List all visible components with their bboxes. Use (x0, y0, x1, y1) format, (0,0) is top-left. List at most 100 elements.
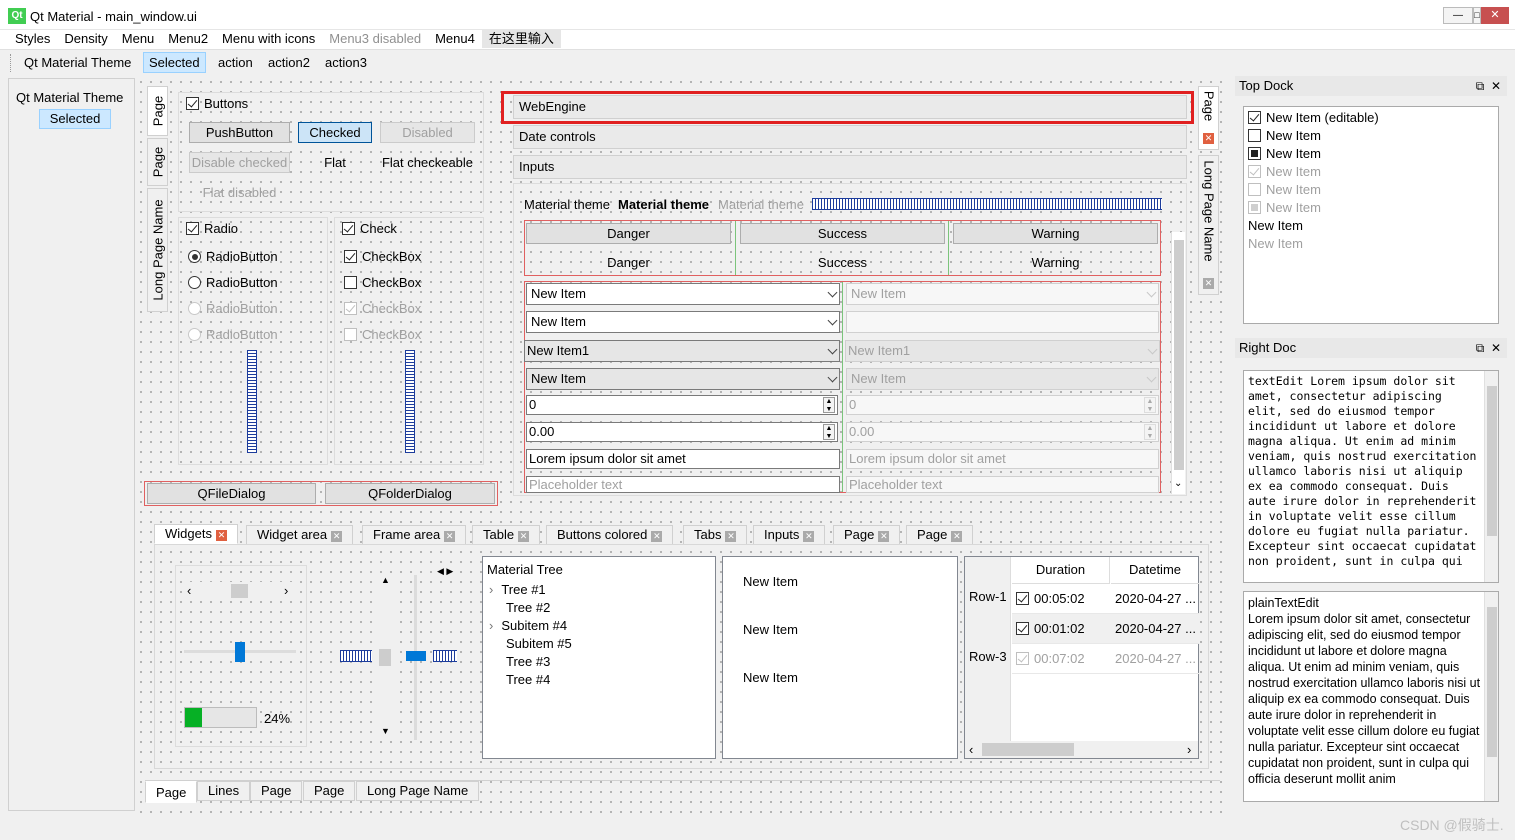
close-icon[interactable]: ✕ (1203, 133, 1214, 144)
scrollbar-thumb[interactable] (1174, 240, 1184, 470)
chevron-right-icon[interactable]: › (1187, 742, 1191, 757)
bottom-tab-page-3[interactable]: Page (303, 781, 356, 801)
table-horizontal-scrollbar[interactable]: ‹ › (965, 741, 1198, 758)
dial-slider-left[interactable] (340, 650, 372, 662)
toolbox-webengine[interactable]: WebEngine (513, 95, 1187, 119)
list-view[interactable]: New Item New Item New Item (722, 556, 958, 759)
tab-widgets[interactable]: Widgets ✕ (154, 524, 238, 544)
vtab-right-long-page-name[interactable]: Long Page Name ✕ (1198, 155, 1219, 295)
menu-density[interactable]: Density (57, 30, 114, 48)
dial-slider-right[interactable] (433, 650, 457, 662)
list-item[interactable]: New Item (1248, 199, 1321, 217)
tree-item[interactable]: Tree #3 (506, 653, 550, 671)
checkbox-3[interactable]: CheckBox (344, 301, 421, 316)
success-button[interactable]: Success (740, 223, 945, 244)
duration-cell[interactable]: 00:01:02 (1016, 621, 1085, 636)
combo-box-3-disabled[interactable]: New Item1 (845, 340, 1160, 362)
radio-group-title[interactable]: Radio (186, 221, 238, 236)
list-item[interactable]: New Item (1248, 217, 1303, 235)
scrollbar-thumb[interactable] (1487, 607, 1497, 757)
table-row[interactable]: 00:01:02 2020-04-27 ... (1012, 614, 1199, 644)
vertical-scrollbar[interactable]: ▲ ▼ (377, 575, 393, 739)
close-icon[interactable]: ✕ (518, 531, 530, 542)
close-icon[interactable]: ✕ (878, 531, 890, 542)
combo-box-2-disabled[interactable] (846, 311, 1159, 333)
danger-flat-button[interactable]: Danger (526, 253, 731, 272)
tree-item[interactable]: › Subitem #4 (489, 617, 567, 635)
close-icon[interactable]: ✕ (331, 531, 343, 542)
tab-frame-area[interactable]: Frame area ✕ (362, 525, 467, 545)
toolbox-inputs[interactable]: Inputs (513, 155, 1187, 179)
top-dock-list[interactable]: New Item (editable) New Item New Item Ne… (1243, 106, 1499, 324)
plain-text-edit[interactable]: plainTextEdit Lorem ipsum dolor sit amet… (1243, 591, 1499, 802)
checkbox-2[interactable]: CheckBox (344, 275, 421, 290)
scrollbar-thumb[interactable] (1487, 386, 1497, 536)
maximize-button[interactable]: □ (1473, 7, 1481, 24)
vtab-page-2[interactable]: Page (147, 138, 168, 186)
combo-box-4-disabled[interactable]: New Item (846, 368, 1159, 390)
menu-menu3-disabled[interactable]: Menu3 disabled (322, 30, 428, 48)
flat-checkable-button[interactable]: Flat checkeable (380, 153, 475, 172)
folder-dialog-button[interactable]: QFolderDialog (325, 483, 495, 504)
list-item[interactable]: New Item (1248, 145, 1321, 163)
combo-box-1[interactable]: New Item (526, 283, 840, 305)
vtab-page-1[interactable]: Page (147, 86, 168, 136)
tree-item[interactable]: Tree #2 (506, 599, 550, 617)
disable-checked-button[interactable]: Disable checked (189, 152, 290, 173)
text-edit-scrollbar[interactable] (1484, 371, 1498, 582)
toolbox-date-controls[interactable]: Date controls (513, 125, 1187, 149)
placeholder-input-disabled[interactable]: Placeholder text (846, 476, 1159, 493)
tab-table[interactable]: Table ✕ (472, 525, 541, 545)
chevron-right-icon[interactable]: › (489, 618, 493, 633)
combo-box-1-disabled[interactable]: New Item (846, 283, 1159, 305)
vertical-slider[interactable] (247, 350, 257, 453)
left-dock-selected[interactable]: Selected (39, 109, 111, 129)
bottom-tab-page[interactable]: Page (145, 781, 198, 803)
close-icon[interactable]: ✕ (803, 531, 815, 542)
scrollbar-thumb[interactable] (379, 649, 391, 666)
horizontal-scrollbar[interactable]: ‹ › (183, 582, 298, 600)
checkbox-1[interactable]: CheckBox (344, 249, 421, 264)
combo-box-4[interactable]: New Item (526, 368, 840, 390)
menu-type-here[interactable]: 在这里输入 (481, 30, 561, 48)
duration-cell[interactable]: 00:05:02 (1016, 591, 1085, 606)
combo-box-3[interactable]: New Item1 (524, 340, 840, 362)
combo-box-2[interactable]: New Item (526, 311, 840, 333)
checkbox-4[interactable]: CheckBox (344, 327, 421, 342)
text-edit[interactable]: textEdit Lorem ipsum dolor sit amet, con… (1243, 370, 1499, 583)
chevron-right-icon[interactable]: › (489, 582, 493, 597)
line-edit[interactable]: Lorem ipsum dolor sit amet (526, 449, 840, 469)
list-item[interactable]: New Item (editable) (1248, 109, 1379, 127)
tab-page-1[interactable]: Page ✕ (833, 525, 901, 545)
buttons-group-title[interactable]: Buttons (186, 96, 248, 111)
menu-menu2[interactable]: Menu2 (161, 30, 215, 48)
table-view[interactable]: Duration Datetime Row-1 00:05:02 2020-04… (964, 556, 1199, 759)
toolbar-selected[interactable]: Selected (143, 52, 206, 73)
toolbar-action[interactable]: action (218, 55, 253, 70)
datetime-cell[interactable]: 2020-04-27 ... (1115, 651, 1196, 666)
scrollbar-thumb[interactable] (982, 743, 1074, 756)
radio-button-3[interactable]: RadioButton (188, 301, 278, 316)
menu-menu[interactable]: Menu (115, 30, 162, 48)
table-row[interactable]: 00:05:02 2020-04-27 ... (1012, 584, 1199, 614)
bottom-tab-lines[interactable]: Lines (197, 781, 251, 801)
line-edit-disabled[interactable]: Lorem ipsum dolor sit amet (846, 449, 1159, 469)
close-button[interactable]: ✕ (1481, 7, 1509, 24)
file-dialog-button[interactable]: QFileDialog (147, 483, 316, 504)
chevron-left-icon[interactable]: ‹ (187, 583, 191, 598)
datetime-cell[interactable]: 2020-04-27 ... (1115, 621, 1196, 636)
warning-button[interactable]: Warning (953, 223, 1158, 244)
vertical-slider-handle[interactable] (406, 651, 426, 661)
tab-widget-area[interactable]: Widget area ✕ (246, 525, 354, 545)
menu-styles[interactable]: Styles (8, 30, 57, 48)
spin-box-disabled[interactable]: 0 ▲ ▼ (846, 395, 1159, 415)
list-item[interactable]: New Item (1248, 163, 1321, 181)
list-item[interactable]: New Item (743, 621, 798, 639)
radio-button-2[interactable]: RadioButton (188, 275, 278, 290)
dock-float-close-icon[interactable]: ⧉ ✕ (1476, 338, 1501, 358)
double-spin-box[interactable]: 0.00 ▲ ▼ (526, 422, 838, 442)
vtab-long-page-name[interactable]: Long Page Name (147, 188, 168, 312)
menu-menu4[interactable]: Menu4 (428, 30, 482, 48)
checked-button[interactable]: Checked (298, 122, 372, 143)
success-flat-button[interactable]: Success (740, 253, 945, 272)
